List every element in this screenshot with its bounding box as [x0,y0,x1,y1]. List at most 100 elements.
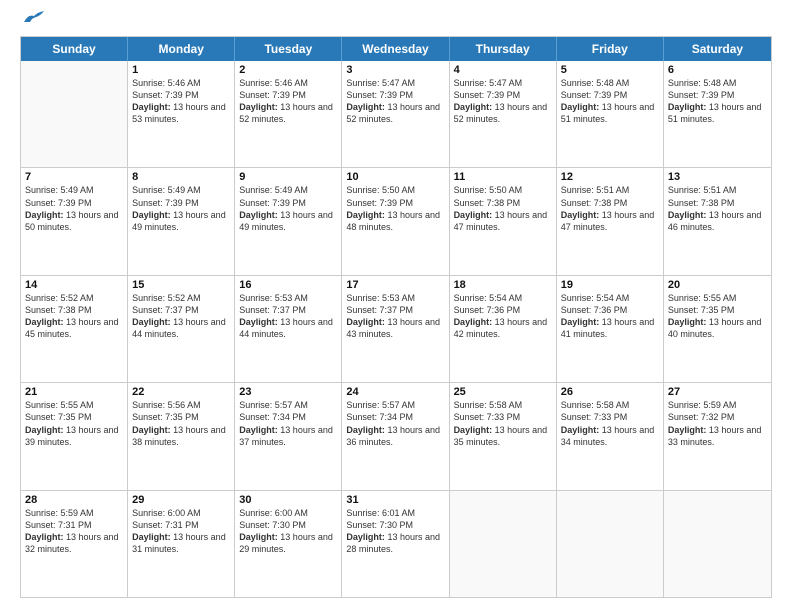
calendar-body: 1 Sunrise: 5:46 AMSunset: 7:39 PMDaylight… [21,61,771,597]
cell-info: Sunrise: 5:51 AMSunset: 7:38 PMDaylight:… [668,184,767,233]
day-number: 16 [239,279,337,291]
daylight-label: Daylight: [346,317,385,327]
calendar-cell: 8Sunrise: 5:49 AMSunset: 7:39 PMDaylight… [128,168,235,274]
day-number: 5 [561,64,659,76]
day-number: 22 [132,386,230,398]
cell-info: Sunrise: 6:00 AMSunset: 7:30 PMDaylight:… [239,507,337,556]
cell-info: Sunrise: 5:52 AMSunset: 7:37 PMDaylight:… [132,292,230,341]
daylight-label: Daylight: [239,425,278,435]
cell-info: Sunrise: 5:57 AMSunset: 7:34 PMDaylight:… [346,399,444,448]
cell-info: Sunrise: 5:46 AMSunset: 7:39 PMDaylight:… [239,77,337,126]
calendar-cell: 23Sunrise: 5:57 AMSunset: 7:34 PMDayligh… [235,383,342,489]
calendar-cell: 30Sunrise: 6:00 AMSunset: 7:30 PMDayligh… [235,491,342,597]
daylight-label: Daylight: [25,532,64,542]
cell-info: Sunrise: 5:54 AMSunset: 7:36 PMDaylight:… [561,292,659,341]
day-number: 9 [239,171,337,183]
daylight-label: Daylight: [561,425,600,435]
day-number: 2 [239,64,337,76]
day-number: 30 [239,494,337,506]
weekday-header: Monday [128,37,235,61]
cell-info: Sunrise: 5:58 AMSunset: 7:33 PMDaylight:… [561,399,659,448]
calendar-cell: 21Sunrise: 5:55 AMSunset: 7:35 PMDayligh… [21,383,128,489]
day-number: 18 [454,279,552,291]
day-number: 20 [668,279,767,291]
daylight-label: Daylight: [132,532,171,542]
calendar-cell: 14Sunrise: 5:52 AMSunset: 7:38 PMDayligh… [21,276,128,382]
daylight-label: Daylight: [132,425,171,435]
calendar-cell [21,61,128,167]
calendar-cell: 15Sunrise: 5:52 AMSunset: 7:37 PMDayligh… [128,276,235,382]
daylight-label: Daylight: [239,317,278,327]
calendar-cell: 16Sunrise: 5:53 AMSunset: 7:37 PMDayligh… [235,276,342,382]
daylight-label: Daylight: [239,102,278,112]
calendar-cell: 6Sunrise: 5:48 AMSunset: 7:39 PMDaylight… [664,61,771,167]
cell-info: Sunrise: 5:49 AMSunset: 7:39 PMDaylight:… [25,184,123,233]
day-number: 17 [346,279,444,291]
calendar-cell: 26Sunrise: 5:58 AMSunset: 7:33 PMDayligh… [557,383,664,489]
calendar-row: 14Sunrise: 5:52 AMSunset: 7:38 PMDayligh… [21,275,771,382]
day-number: 25 [454,386,552,398]
calendar-cell: 13Sunrise: 5:51 AMSunset: 7:38 PMDayligh… [664,168,771,274]
calendar: SundayMondayTuesdayWednesdayThursdayFrid… [20,36,772,598]
calendar-cell: 25Sunrise: 5:58 AMSunset: 7:33 PMDayligh… [450,383,557,489]
day-number: 1 [132,64,230,76]
cell-info: Sunrise: 5:54 AMSunset: 7:36 PMDaylight:… [454,292,552,341]
cell-info: Sunrise: 5:55 AMSunset: 7:35 PMDaylight:… [25,399,123,448]
daylight-label: Daylight: [132,210,171,220]
calendar-cell: 12Sunrise: 5:51 AMSunset: 7:38 PMDayligh… [557,168,664,274]
calendar-cell [664,491,771,597]
calendar-cell: 11Sunrise: 5:50 AMSunset: 7:38 PMDayligh… [450,168,557,274]
daylight-label: Daylight: [668,317,707,327]
cell-info: Sunrise: 5:48 AMSunset: 7:39 PMDaylight:… [668,77,767,126]
page: SundayMondayTuesdayWednesdayThursdayFrid… [0,0,792,612]
calendar-cell: 18Sunrise: 5:54 AMSunset: 7:36 PMDayligh… [450,276,557,382]
calendar-cell [557,491,664,597]
logo-bird-icon [22,10,44,26]
cell-info: Sunrise: 5:56 AMSunset: 7:35 PMDaylight:… [132,399,230,448]
day-number: 27 [668,386,767,398]
calendar-cell: 7Sunrise: 5:49 AMSunset: 7:39 PMDaylight… [21,168,128,274]
cell-info: Sunrise: 5:55 AMSunset: 7:35 PMDaylight:… [668,292,767,341]
cell-info: Sunrise: 5:59 AMSunset: 7:32 PMDaylight:… [668,399,767,448]
calendar-cell: 29Sunrise: 6:00 AMSunset: 7:31 PMDayligh… [128,491,235,597]
header [20,18,772,26]
daylight-label: Daylight: [25,210,64,220]
calendar-cell: 28Sunrise: 5:59 AMSunset: 7:31 PMDayligh… [21,491,128,597]
cell-info: Sunrise: 5:57 AMSunset: 7:34 PMDaylight:… [239,399,337,448]
calendar-cell: 24Sunrise: 5:57 AMSunset: 7:34 PMDayligh… [342,383,449,489]
day-number: 11 [454,171,552,183]
cell-info: Sunrise: 5:48 AMSunset: 7:39 PMDaylight:… [561,77,659,126]
weekday-header: Thursday [450,37,557,61]
daylight-label: Daylight: [454,102,493,112]
calendar-cell: 2Sunrise: 5:46 AMSunset: 7:39 PMDaylight… [235,61,342,167]
daylight-label: Daylight: [668,102,707,112]
daylight-label: Daylight: [132,317,171,327]
calendar-cell: 17Sunrise: 5:53 AMSunset: 7:37 PMDayligh… [342,276,449,382]
weekday-header: Sunday [21,37,128,61]
logo [20,18,44,26]
calendar-cell: 5Sunrise: 5:48 AMSunset: 7:39 PMDaylight… [557,61,664,167]
cell-info: Sunrise: 5:49 AMSunset: 7:39 PMDaylight:… [239,184,337,233]
day-number: 26 [561,386,659,398]
cell-info: Sunrise: 5:47 AMSunset: 7:39 PMDaylight:… [346,77,444,126]
daylight-label: Daylight: [25,425,64,435]
daylight-label: Daylight: [346,210,385,220]
day-number: 10 [346,171,444,183]
cell-info: Sunrise: 5:49 AMSunset: 7:39 PMDaylight:… [132,184,230,233]
daylight-label: Daylight: [346,425,385,435]
calendar-cell: 3Sunrise: 5:47 AMSunset: 7:39 PMDaylight… [342,61,449,167]
cell-info: Sunrise: 5:50 AMSunset: 7:39 PMDaylight:… [346,184,444,233]
cell-info: Sunrise: 5:53 AMSunset: 7:37 PMDaylight:… [346,292,444,341]
weekday-header: Tuesday [235,37,342,61]
day-number: 6 [668,64,767,76]
weekday-header: Saturday [664,37,771,61]
calendar-row: 7Sunrise: 5:49 AMSunset: 7:39 PMDaylight… [21,167,771,274]
day-number: 8 [132,171,230,183]
day-number: 19 [561,279,659,291]
daylight-label: Daylight: [454,210,493,220]
cell-info: Sunrise: 5:52 AMSunset: 7:38 PMDaylight:… [25,292,123,341]
day-number: 3 [346,64,444,76]
calendar-row: 1 Sunrise: 5:46 AMSunset: 7:39 PMDaylight… [21,61,771,167]
daylight-label: Daylight: [561,102,600,112]
day-number: 24 [346,386,444,398]
